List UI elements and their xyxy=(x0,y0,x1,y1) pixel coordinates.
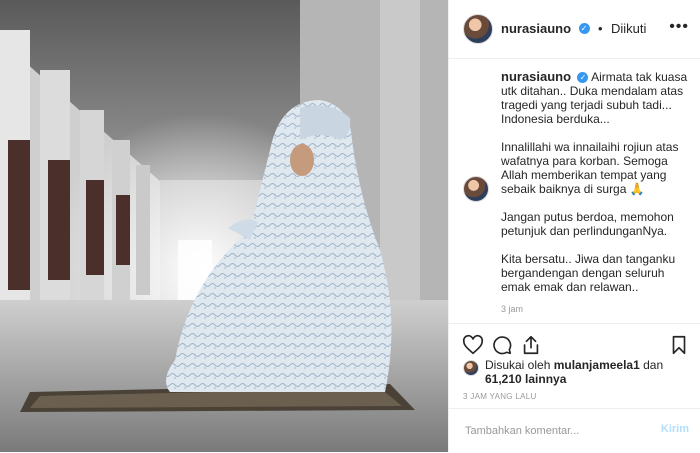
bookmark-icon[interactable] xyxy=(668,334,690,356)
likes-and: dan xyxy=(643,358,664,372)
caption-author-avatar[interactable] xyxy=(463,176,489,202)
post-sidebar: nurasiauno ✓ • Diikuti ••• nurasiauno ✓ … xyxy=(448,0,700,452)
verified-badge-icon: ✓ xyxy=(577,72,589,84)
post-caption: nurasiauno ✓ Airmata tak kuasa utk ditah… xyxy=(463,70,691,314)
likes-prefix: Disukai oleh xyxy=(485,358,551,372)
caption-line-4: Kita bersatu.. Jiwa dan tanganku bergand… xyxy=(501,252,676,294)
author-username[interactable]: nurasiauno xyxy=(501,21,571,36)
author-avatar[interactable] xyxy=(463,14,493,44)
liker-avatar[interactable] xyxy=(463,360,479,376)
comment-bar: Kirim xyxy=(449,408,700,453)
comment-icon[interactable] xyxy=(491,334,513,356)
verified-badge-icon: ✓ xyxy=(578,23,590,35)
follow-status-button[interactable]: Diikuti xyxy=(611,21,646,36)
separator-dot: • xyxy=(597,21,603,36)
caption-timestamp: 3 jam xyxy=(501,304,524,314)
caption-username[interactable]: nurasiauno xyxy=(501,69,571,84)
comment-input[interactable] xyxy=(463,424,647,438)
heart-icon[interactable] xyxy=(462,334,484,356)
author-info: nurasiauno ✓ • Diikuti xyxy=(501,20,646,38)
post-photo[interactable] xyxy=(0,0,448,452)
caption-text: nurasiauno ✓ Airmata tak kuasa utk ditah… xyxy=(501,69,691,295)
more-options-icon[interactable]: ••• xyxy=(669,19,689,35)
share-icon[interactable] xyxy=(520,334,542,356)
liker-username[interactable]: mulanjameela1 xyxy=(554,358,640,372)
send-comment-button[interactable]: Kirim xyxy=(661,423,689,435)
likes-summary: Disukai oleh mulanjameela1 dan 61,210 la… xyxy=(463,358,693,386)
caption-line-2: Innalillahi wa innailaihi rojiun atas wa… xyxy=(501,140,679,196)
likes-count[interactable]: 61,210 lainnya xyxy=(485,372,566,386)
caption-line-3: Jangan putus berdoa, memohon petunjuk da… xyxy=(501,210,674,238)
post-timestamp[interactable]: 3 JAM YANG LALU xyxy=(463,392,537,401)
photo-scene xyxy=(0,0,448,452)
post-header: nurasiauno ✓ • Diikuti ••• xyxy=(449,0,700,59)
